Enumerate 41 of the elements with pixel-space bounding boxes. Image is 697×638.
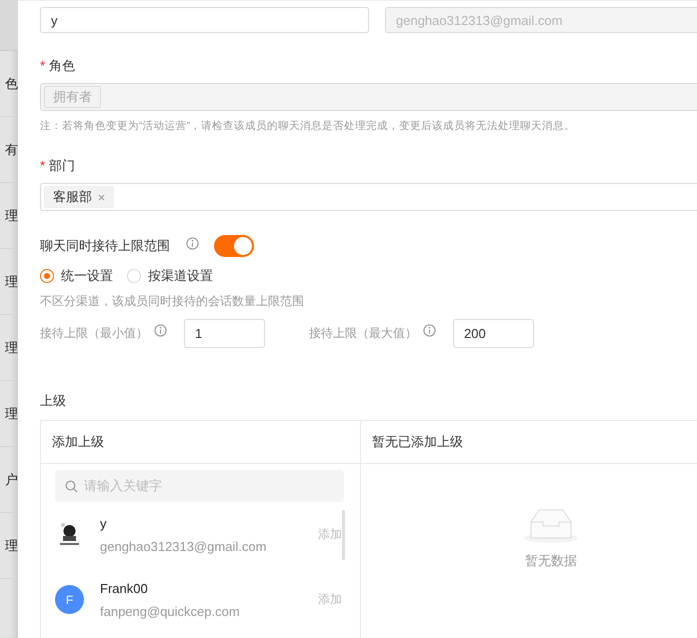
field-label: 聊天同时接待上限范围 [40, 237, 170, 255]
background-list-item: 理 [5, 338, 18, 356]
scrollbar[interactable] [342, 510, 345, 560]
info-icon [186, 236, 199, 250]
field-label: * 部门 [40, 157, 76, 175]
min-limit-field[interactable]: 1 [184, 319, 265, 348]
background-list-item: 有 [5, 140, 18, 158]
min-limit-label: 接待上限（最小值） [40, 325, 148, 342]
pane-title: 添加上级 [52, 433, 104, 451]
background-list-item: 理 [5, 536, 18, 554]
background-list-item: 色 [5, 74, 18, 92]
empty-inbox-icon [523, 508, 579, 544]
background-list-item: 理 [5, 272, 18, 290]
required-mark: * [40, 158, 46, 173]
radio-option[interactable]: 按渠道设置 [127, 267, 213, 285]
department-select[interactable]: 客服部 [40, 183, 697, 211]
toggle-switch[interactable] [214, 235, 254, 257]
max-limit-field[interactable]: 200 [453, 319, 534, 348]
person-email: fanpeng@quickcep.com [100, 604, 241, 618]
required-mark: * [40, 58, 46, 73]
max-limit-label: 接待上限（最大值） [309, 325, 417, 342]
background-list-item: 理 [5, 206, 18, 224]
section-label: 上级 [40, 392, 67, 410]
info-icon [423, 324, 436, 337]
hint-text: 不区分渠道，该成员同时接待的会话数量上限范围 [40, 293, 305, 310]
note-text: 注：若将角色变更为“活动运营”，请检查该成员的聊天消息是否处理完成，变更后该成员将无法处理聊天消息。 [40, 119, 576, 133]
name-field[interactable]: y [40, 7, 369, 33]
background-list-item: 理 [5, 404, 18, 422]
info-icon [154, 324, 167, 337]
person-name: Frank00 [100, 580, 149, 596]
radio-option[interactable]: 统一设置 [40, 267, 113, 285]
close-icon[interactable] [98, 194, 105, 200]
role-tag: 拥有者 [44, 86, 101, 108]
field-label: * 角色 [40, 57, 76, 75]
person-name: y [100, 516, 108, 530]
background-list-item: 户 [5, 470, 18, 488]
avatar: F [55, 585, 84, 614]
empty-text: 暂无数据 [525, 552, 577, 570]
person-email: genghao312313@gmail.com [100, 538, 268, 554]
search-icon [65, 480, 78, 492]
pane-title: 暂无已添加上级 [372, 433, 463, 451]
